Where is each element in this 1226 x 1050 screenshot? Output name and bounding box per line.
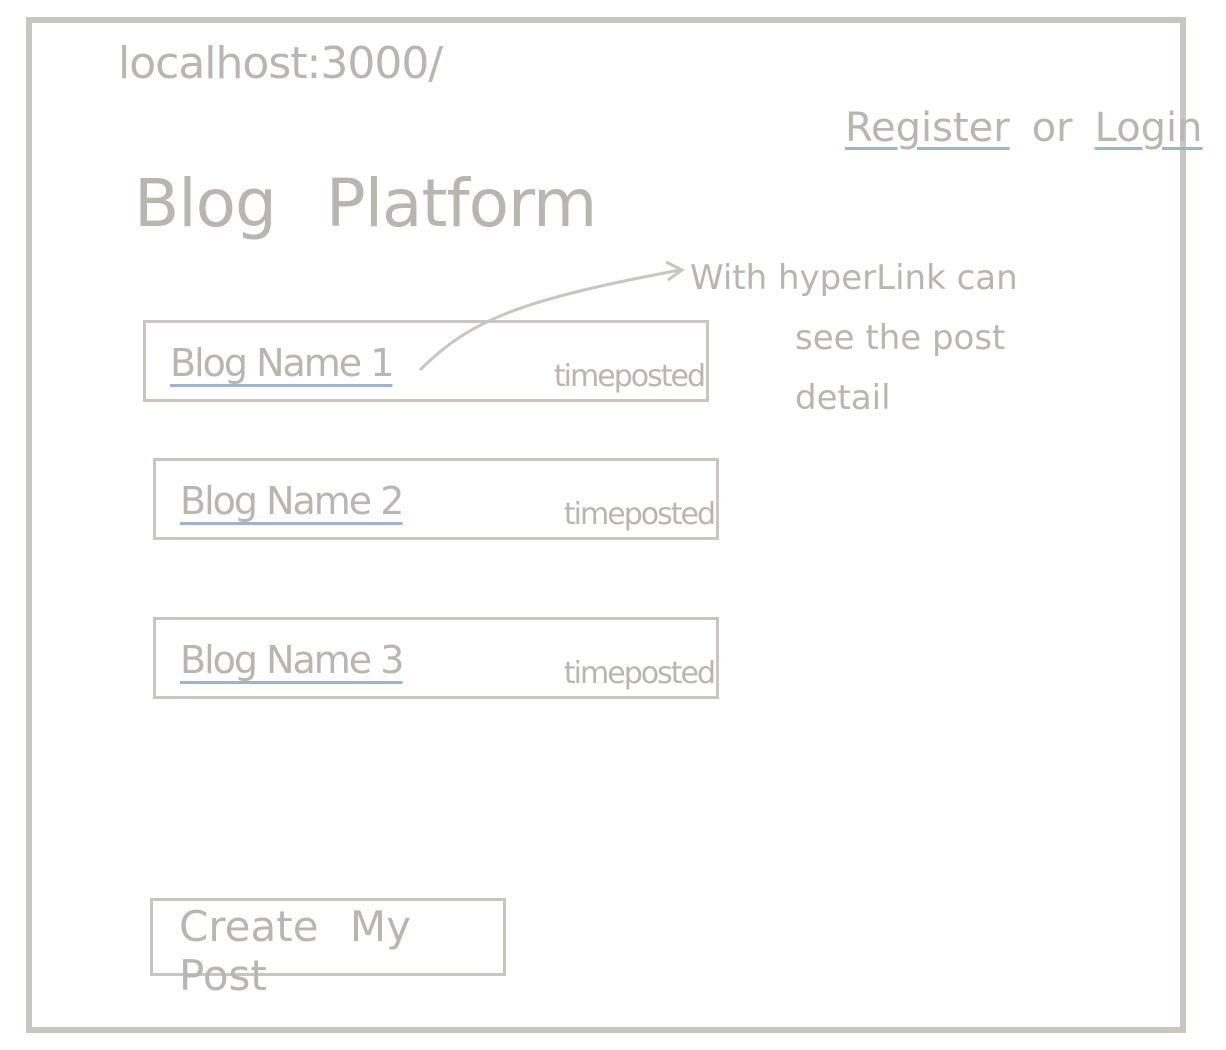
post-time: timeposted (553, 359, 706, 394)
annotation-line-2: see the post detail (795, 318, 1006, 418)
annotation-line-1: With hyperLink can (690, 258, 1018, 298)
post-card: Blog Name 3 timeposted (153, 617, 719, 699)
post-title-link[interactable]: Blog Name 2 (180, 479, 404, 523)
annotation-note: With hyperLink can see the post detail (690, 248, 1110, 428)
post-card: Blog Name 2 timeposted (153, 458, 719, 540)
post-title-link[interactable]: Blog Name 1 (170, 341, 394, 385)
post-title-link[interactable]: Blog Name 3 (180, 638, 404, 682)
post-time: timeposted (563, 656, 716, 691)
post-card: Blog Name 1 timeposted (143, 320, 709, 402)
create-post-button[interactable]: Create My Post (150, 898, 506, 1000)
post-time: timeposted (563, 497, 716, 532)
